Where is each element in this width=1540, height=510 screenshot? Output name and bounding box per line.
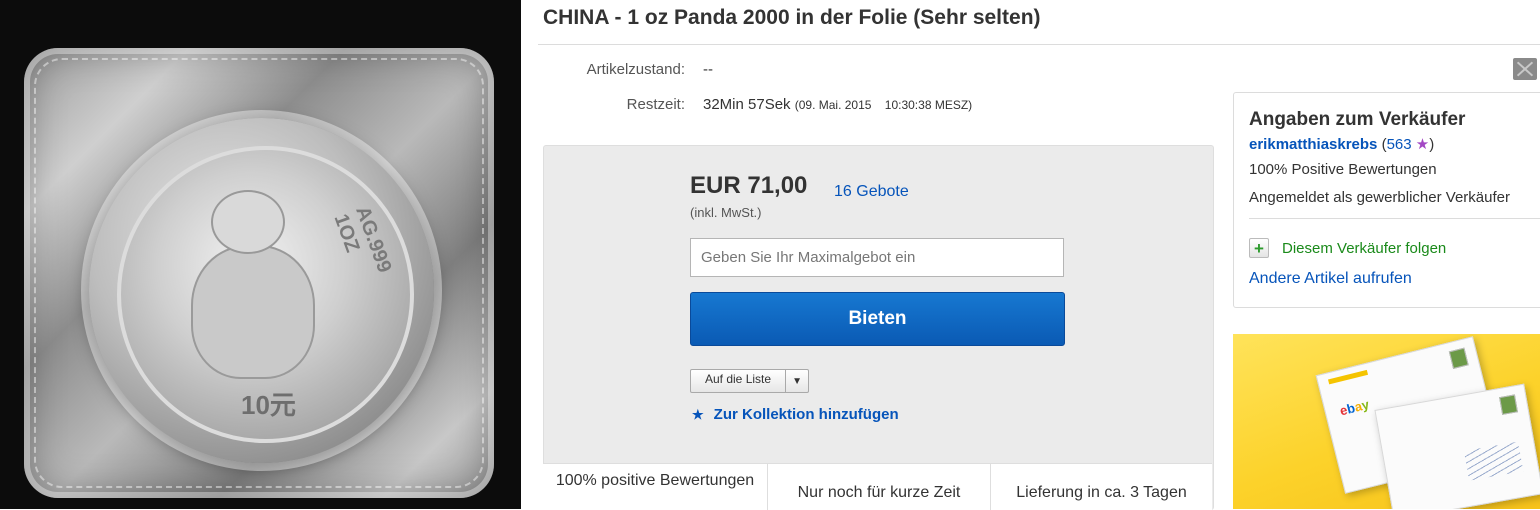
feature-limited-time: Nur noch für kurze Zeit xyxy=(768,464,991,510)
watchlist-dropdown[interactable]: Auf die Liste ▼ xyxy=(690,369,810,393)
stamp-icon xyxy=(1448,347,1469,369)
time-left-value: 32Min 57Sek (09. Mai. 2015 10:30:38 MESZ… xyxy=(703,96,972,113)
bid-count-link[interactable]: 16 Gebote xyxy=(834,183,909,201)
collection-label: Zur Kollektion hinzufügen xyxy=(713,406,899,423)
panda-body-relief xyxy=(191,245,315,379)
coin-rim-text: AG.999 1OZ xyxy=(329,203,396,276)
condition-label: Artikelzustand: xyxy=(586,61,685,78)
seller-name-link[interactable]: erikmatthiaskrebs xyxy=(1249,136,1377,153)
condition-value: -- xyxy=(703,61,713,78)
vat-note: (inkl. MwSt.) xyxy=(690,205,762,220)
auction-end-time: (09. Mai. 2015 10:30:38 MESZ) xyxy=(794,98,973,112)
seller-score-link[interactable]: 563 xyxy=(1387,136,1412,153)
seller-type: Angemeldet als gewerblicher Verkäufer xyxy=(1249,189,1510,206)
stamp-icon xyxy=(1499,394,1518,415)
product-image[interactable]: AG.999 1OZ 10元 xyxy=(0,0,521,509)
follow-seller-button[interactable]: + Diesem Verkäufer folgen xyxy=(1249,238,1446,258)
other-items-link[interactable]: Andere Artikel aufrufen xyxy=(1249,270,1412,288)
feature-strip: 100% positive Bewertungen Nur noch für k… xyxy=(543,463,1212,510)
seller-identity: erikmatthiaskrebs (563 ★) xyxy=(1249,136,1435,153)
plus-icon: + xyxy=(1249,238,1269,258)
add-to-collection-link[interactable]: ★ Zur Kollektion hinzufügen xyxy=(692,406,899,423)
time-left-label: Restzeit: xyxy=(626,96,685,113)
page-title: CHINA - 1 oz Panda 2000 in der Folie (Se… xyxy=(543,6,1041,29)
watchlist-label[interactable]: Auf die Liste xyxy=(691,370,787,392)
ebay-logo: ebay xyxy=(1338,396,1371,419)
panda-head-relief xyxy=(211,190,285,254)
seller-heading: Angaben zum Verkäufer xyxy=(1249,109,1466,130)
star-icon: ★ xyxy=(692,407,704,422)
follow-label: Diesem Verkäufer folgen xyxy=(1282,239,1447,257)
feature-delivery: Lieferung in ca. 3 Tagen xyxy=(1016,484,1187,501)
max-bid-input[interactable] xyxy=(690,238,1064,277)
seller-card: Angaben zum Verkäufer erikmatthiaskrebs … xyxy=(1233,92,1540,308)
title-divider xyxy=(538,44,1540,45)
panda-coin: AG.999 1OZ 10元 xyxy=(117,146,414,443)
mail-icon[interactable] xyxy=(1513,58,1537,80)
handwritten-address xyxy=(1463,441,1524,481)
coin-foil-bag: AG.999 1OZ 10元 xyxy=(24,48,494,498)
place-bid-button[interactable]: Bieten xyxy=(690,292,1065,346)
time-left-countdown: 32Min 57Sek xyxy=(703,96,791,113)
advertisement-banner[interactable]: ebay xyxy=(1233,334,1540,509)
star-icon: ★ xyxy=(1415,136,1430,153)
chevron-down-icon[interactable]: ▼ xyxy=(786,370,808,392)
feature-positive-ratings: 100% positive Bewertungen xyxy=(543,464,768,510)
current-price: EUR 71,00 xyxy=(690,172,808,199)
envelope-label-bar xyxy=(1328,369,1369,385)
seller-divider xyxy=(1249,218,1540,219)
coin-value-text: 10元 xyxy=(241,390,296,420)
coin-capsule: AG.999 1OZ 10元 xyxy=(89,118,434,463)
seller-positive: 100% Positive Bewertungen xyxy=(1249,161,1437,178)
